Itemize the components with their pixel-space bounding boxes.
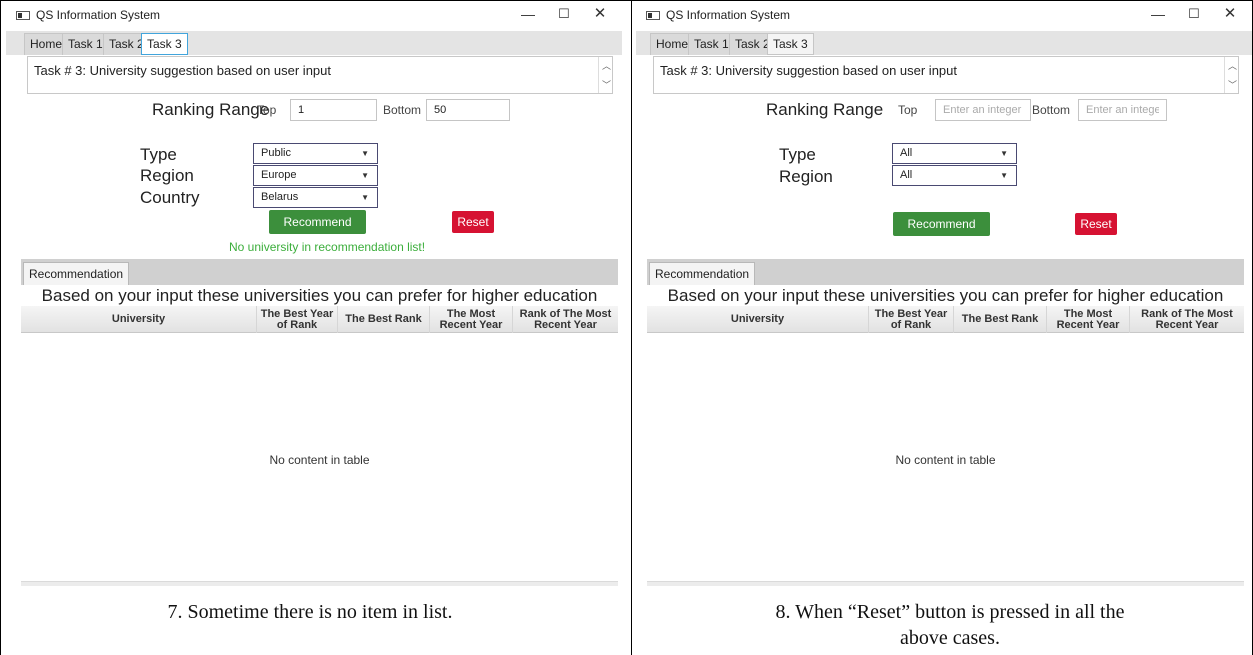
column-university[interactable]: University: [21, 306, 257, 333]
caption-8-line-1: 8. When “Reset” button is pressed in all…: [775, 601, 1125, 623]
scroll-up-icon[interactable]: ︿: [602, 59, 611, 72]
column-best-year[interactable]: The Best Year of Rank: [257, 306, 338, 333]
bottom-rank-input[interactable]: [426, 99, 510, 121]
column-best-rank[interactable]: The Best Rank: [954, 306, 1047, 333]
empty-table-message: No content in table: [269, 453, 370, 467]
maximize-icon[interactable]: ☐: [1184, 5, 1204, 23]
table-header: University The Best Year of Rank The Bes…: [21, 306, 618, 333]
reset-button[interactable]: Reset: [1075, 213, 1117, 235]
tab-task-1[interactable]: Task 1: [688, 33, 735, 55]
column-recent-year[interactable]: The Most Recent Year: [430, 306, 513, 333]
task-description: Task # 3: University suggestion based on…: [34, 63, 332, 78]
region-selected-value: Europe: [261, 169, 297, 181]
status-message: No university in recommendation list!: [229, 240, 426, 254]
app-window-icon: [646, 11, 660, 20]
bottom-label: Bottom: [383, 103, 422, 117]
window-title: QS Information System: [36, 8, 161, 22]
app-window-icon: [16, 11, 30, 20]
region-label: Region: [140, 166, 194, 185]
tab-task-1[interactable]: Task 1: [62, 33, 109, 55]
region-selected-value: All: [900, 169, 913, 181]
window-title: QS Information System: [666, 8, 791, 22]
tab-task-3[interactable]: Task 3: [141, 33, 188, 55]
results-tab-header: Recommendation: [21, 259, 618, 285]
results-table-body[interactable]: No content in table: [21, 333, 618, 583]
screenshot-panel-2: QS Information System — ☐ ✕ Home Task 1 …: [636, 1, 1252, 593]
top-rank-input[interactable]: [290, 99, 377, 121]
recommend-button[interactable]: Recommend: [893, 212, 990, 236]
minimize-icon[interactable]: —: [1148, 5, 1168, 23]
minimize-icon[interactable]: —: [518, 5, 538, 23]
region-dropdown[interactable]: All ▼: [892, 165, 1017, 186]
top-label: Top: [898, 103, 918, 117]
tab-recommendation[interactable]: Recommendation: [23, 262, 130, 285]
country-dropdown[interactable]: Belarus ▼: [253, 187, 378, 208]
close-icon[interactable]: ✕: [1220, 5, 1240, 23]
region-dropdown[interactable]: Europe ▼: [253, 165, 378, 186]
type-label: Type: [779, 145, 816, 164]
type-dropdown[interactable]: All ▼: [892, 143, 1017, 164]
ranking-range-label: Ranking Range: [152, 100, 270, 119]
title-bar: QS Information System — ☐ ✕: [636, 1, 1252, 29]
horizontal-scrollbar[interactable]: [21, 581, 618, 586]
title-bar: QS Information System — ☐ ✕: [6, 1, 622, 29]
page: QS Information System — ☐ ✕ Home Task 1 …: [0, 0, 1253, 655]
chevron-down-icon: ▼: [361, 171, 369, 180]
table-header: University The Best Year of Rank The Bes…: [647, 306, 1244, 333]
table-border-left: [0, 0, 1, 655]
type-label: Type: [140, 145, 177, 164]
screenshot-panel-1: QS Information System — ☐ ✕ Home Task 1 …: [6, 1, 622, 593]
column-university[interactable]: University: [647, 306, 869, 333]
results-tab-header: Recommendation: [647, 259, 1244, 285]
tab-bar: Home Task 1 Task 2 Task 3: [6, 31, 622, 55]
type-selected-value: All: [900, 147, 913, 159]
tab-bar: Home Task 1 Task 2 Task 3: [636, 31, 1252, 55]
column-best-rank[interactable]: The Best Rank: [338, 306, 430, 333]
vertical-scrollbar[interactable]: ︿ ﹀: [598, 57, 612, 93]
chevron-down-icon: ▼: [361, 149, 369, 158]
reset-button[interactable]: Reset: [452, 211, 494, 233]
empty-table-message: No content in table: [895, 453, 996, 467]
table-border-middle: [631, 0, 632, 655]
column-recent-rank[interactable]: Rank of The Most Recent Year: [1130, 306, 1244, 333]
caption-8-line-2: above cases.: [900, 627, 1000, 649]
results-table-body[interactable]: No content in table: [647, 333, 1244, 583]
country-selected-value: Belarus: [261, 191, 299, 203]
chevron-down-icon: ▼: [1000, 149, 1008, 158]
caption-7: 7. Sometime there is no item in list.: [167, 601, 453, 623]
column-recent-rank[interactable]: Rank of The Most Recent Year: [513, 306, 618, 333]
scroll-down-icon[interactable]: ﹀: [1228, 78, 1237, 91]
top-rank-input[interactable]: [935, 99, 1031, 121]
results-heading: Based on your input these universities y…: [41, 286, 598, 305]
type-dropdown[interactable]: Public ▼: [253, 143, 378, 164]
vertical-scrollbar[interactable]: ︿ ﹀: [1224, 57, 1238, 93]
column-best-year[interactable]: The Best Year of Rank: [869, 306, 954, 333]
column-recent-year[interactable]: The Most Recent Year: [1047, 306, 1130, 333]
maximize-icon[interactable]: ☐: [554, 5, 574, 23]
recommend-button[interactable]: Recommend: [269, 210, 366, 234]
scroll-down-icon[interactable]: ﹀: [602, 78, 611, 91]
tab-recommendation[interactable]: Recommendation: [649, 262, 756, 285]
results-heading: Based on your input these universities y…: [667, 286, 1224, 305]
ranking-range-label: Ranking Range: [766, 100, 884, 119]
horizontal-scrollbar[interactable]: [647, 581, 1244, 586]
scroll-up-icon[interactable]: ︿: [1228, 59, 1237, 72]
type-selected-value: Public: [261, 147, 291, 159]
tab-task-3[interactable]: Task 3: [767, 33, 814, 55]
top-label: Top: [257, 103, 277, 117]
chevron-down-icon: ▼: [1000, 171, 1008, 180]
country-label: Country: [140, 188, 200, 207]
region-label: Region: [779, 167, 833, 186]
bottom-rank-input[interactable]: [1078, 99, 1167, 121]
bottom-label: Bottom: [1032, 103, 1071, 117]
task-description: Task # 3: University suggestion based on…: [660, 63, 958, 78]
close-icon[interactable]: ✕: [590, 5, 610, 23]
task-description-area[interactable]: Task # 3: University suggestion based on…: [27, 56, 613, 94]
chevron-down-icon: ▼: [361, 193, 369, 202]
task-description-area[interactable]: Task # 3: University suggestion based on…: [653, 56, 1239, 94]
